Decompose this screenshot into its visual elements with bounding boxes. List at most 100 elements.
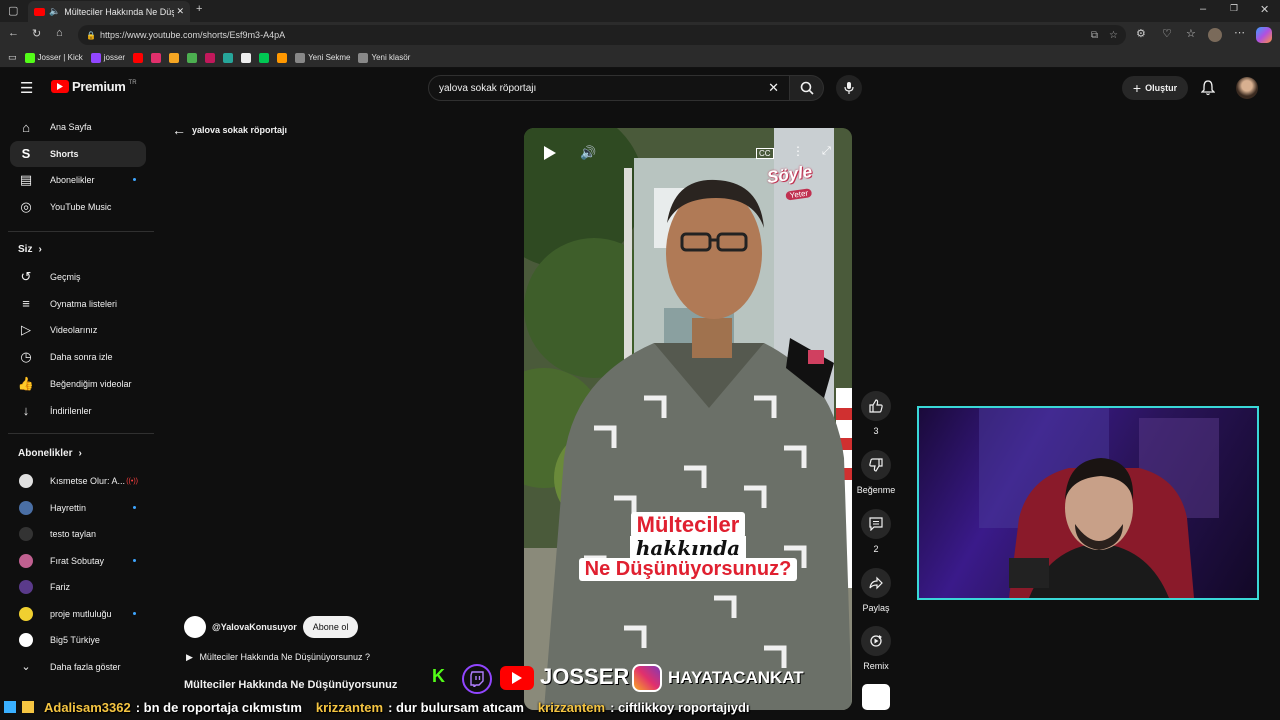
chat-username: Adalisam3362: [44, 699, 131, 715]
sidebar-item-label: Ana Sayfa: [50, 122, 92, 132]
bookmark-item[interactable]: [241, 52, 252, 63]
search-input[interactable]: yalova sokak röportajı ✕: [428, 75, 790, 101]
more-icon[interactable]: ⋯: [1234, 26, 1245, 39]
bookmark-favicon-icon: [205, 52, 216, 63]
browser-essentials-icon[interactable]: ♡: [1162, 27, 1172, 40]
sidebar-item[interactable]: ▷ Videolarınız: [10, 317, 146, 343]
url-field[interactable]: 🔒 https://www.youtube.com/shorts/Esf9m3-…: [78, 25, 1126, 45]
sidebar-item[interactable]: ◷ Daha sonra izle: [10, 344, 146, 370]
subscription-item[interactable]: Fırat Sobutay: [10, 548, 146, 574]
channel-name[interactable]: @YalovaKonusuyor: [212, 622, 297, 632]
bookmark-item[interactable]: [151, 52, 162, 63]
close-window-icon[interactable]: ✕: [1260, 3, 1269, 16]
like-button[interactable]: [861, 391, 891, 421]
you-section-heading[interactable]: Siz ›: [18, 244, 42, 255]
minimize-icon[interactable]: –: [1200, 3, 1206, 15]
sidebar-item[interactable]: ⌂ Ana Sayfa: [10, 114, 146, 140]
speaker-icon[interactable]: 🔈: [49, 6, 60, 17]
subscribe-button[interactable]: Abone ol: [302, 616, 359, 638]
subscription-item[interactable]: testo taylan: [10, 521, 146, 547]
favorites-icon[interactable]: ☆: [1186, 27, 1196, 40]
sidebar-item[interactable]: ◎ YouTube Music: [10, 194, 146, 220]
streamer-webcam: [917, 406, 1259, 600]
subscription-item[interactable]: Fariz: [10, 574, 146, 600]
refresh-icon[interactable]: ↻: [32, 27, 41, 40]
search-button[interactable]: [790, 75, 824, 101]
clear-search-icon[interactable]: ✕: [768, 80, 779, 96]
home-browser-icon[interactable]: ⌂: [56, 27, 63, 39]
bookmark-item[interactable]: Yeni klasör: [358, 52, 410, 63]
play-icon[interactable]: [544, 146, 556, 165]
subscription-item[interactable]: proje mutluluğu: [10, 601, 146, 627]
remix-button[interactable]: [861, 626, 891, 656]
share-action[interactable]: Paylaş: [856, 568, 896, 613]
menu-icon[interactable]: ☰: [20, 79, 33, 97]
show-more-label: Daha fazla göster: [50, 661, 121, 672]
dislike-button[interactable]: [861, 450, 891, 480]
bookmark-item[interactable]: [259, 52, 270, 63]
account-avatar[interactable]: [1236, 77, 1258, 99]
notifications-bell-icon[interactable]: [1201, 80, 1215, 96]
youtube-logo[interactable]: Premium TR: [51, 79, 137, 94]
remix-icon: [870, 635, 882, 647]
description-toggle[interactable]: ▶ Mülteciler Hakkında Ne Düşünüyorsunuz …: [186, 652, 370, 663]
subscription-item[interactable]: Hayrettin: [10, 495, 146, 521]
close-tab-icon[interactable]: ✕: [176, 6, 184, 17]
volume-icon[interactable]: 🔊: [580, 145, 596, 161]
bookmark-item[interactable]: [187, 52, 198, 63]
bookmark-favicon-icon: [90, 52, 101, 63]
subscriptions-section-heading[interactable]: Abonelikler ›: [18, 448, 82, 459]
bookmark-item[interactable]: [223, 52, 234, 63]
sidebar-item-label: Geçmiş: [50, 272, 81, 282]
more-options-icon[interactable]: ⋮: [792, 144, 804, 158]
plus-icon: +: [1132, 80, 1142, 96]
extensions-icon[interactable]: ⚙: [1136, 27, 1146, 40]
bookmark-item[interactable]: [205, 52, 216, 63]
share-button[interactable]: [861, 568, 891, 598]
bookmark-item[interactable]: [133, 52, 144, 63]
profile-avatar[interactable]: [1208, 28, 1222, 42]
back-arrow-icon[interactable]: ←: [172, 122, 186, 138]
new-tab-icon[interactable]: +: [196, 3, 202, 15]
shorts-video-player[interactable]: 🔊 CC ⋮ ⤢ Söyle Yeter Mülteciler hakkında…: [524, 128, 852, 710]
sidebar-item[interactable]: S Shorts: [10, 140, 146, 167]
sidebar-item[interactable]: ▤ Abonelikler: [10, 167, 146, 193]
back-to-search[interactable]: ← yalova sokak röportajı: [172, 122, 287, 138]
subscription-item[interactable]: Kısmetse Olur: A... ((•)): [10, 468, 146, 494]
channel-avatar: [18, 633, 34, 647]
subscription-label: Hayrettin: [50, 502, 87, 513]
favorite-star-icon[interactable]: ☆: [1109, 30, 1118, 41]
copilot-icon[interactable]: [1256, 27, 1272, 43]
remix-action[interactable]: Remix: [856, 626, 896, 671]
sidebar-item[interactable]: ≡ Oynatma listeleri: [10, 291, 146, 317]
sidebar: ⌂ Ana Sayfa S Shorts ▤ Abonelikler ◎ YouTube Mu…: [0, 108, 158, 720]
bookmark-item[interactable]: Yeni Sekme: [295, 52, 350, 63]
music-icon: ◎: [20, 199, 32, 215]
browser-tab[interactable]: 🔈 Mülteciler Hakkında Ne Düşü ✕: [28, 1, 190, 22]
like-action[interactable]: 3: [856, 391, 896, 436]
sidebar-item[interactable]: ↺ Geçmiş: [10, 264, 146, 290]
share-label: Paylaş: [862, 603, 890, 613]
show-more-button[interactable]: ⌄ Daha fazla göster: [10, 654, 146, 680]
voice-search-button[interactable]: [836, 75, 862, 101]
bookmark-item[interactable]: josser: [90, 52, 125, 63]
comments-button[interactable]: [861, 509, 891, 539]
back-icon[interactable]: ←: [8, 27, 19, 39]
bookmark-item[interactable]: Josser | Kick: [24, 52, 83, 63]
subscriptions-icon: ▤: [19, 172, 33, 188]
bookmarks-apps-icon[interactable]: ▭: [8, 52, 17, 63]
sidebar-item[interactable]: 👍 Beğendiğim videolar: [10, 371, 146, 397]
app-icon[interactable]: ⧉: [1091, 30, 1098, 41]
tab-actions-icon[interactable]: ▢: [8, 4, 18, 17]
comments-action[interactable]: 2: [856, 509, 896, 554]
fullscreen-icon[interactable]: ⤢: [822, 145, 831, 158]
channel-avatar[interactable]: [184, 616, 206, 638]
dislike-action[interactable]: Beğenme: [856, 450, 896, 495]
create-button[interactable]: + Oluştur: [1122, 76, 1188, 100]
restore-icon[interactable]: ❐: [1230, 3, 1238, 14]
bookmark-item[interactable]: [169, 52, 180, 63]
sidebar-item[interactable]: ↓ İndirilenler: [10, 398, 146, 424]
subscription-item[interactable]: Big5 Türkiye: [10, 627, 146, 653]
captions-icon[interactable]: CC: [756, 148, 774, 159]
bookmark-item[interactable]: [277, 52, 288, 63]
